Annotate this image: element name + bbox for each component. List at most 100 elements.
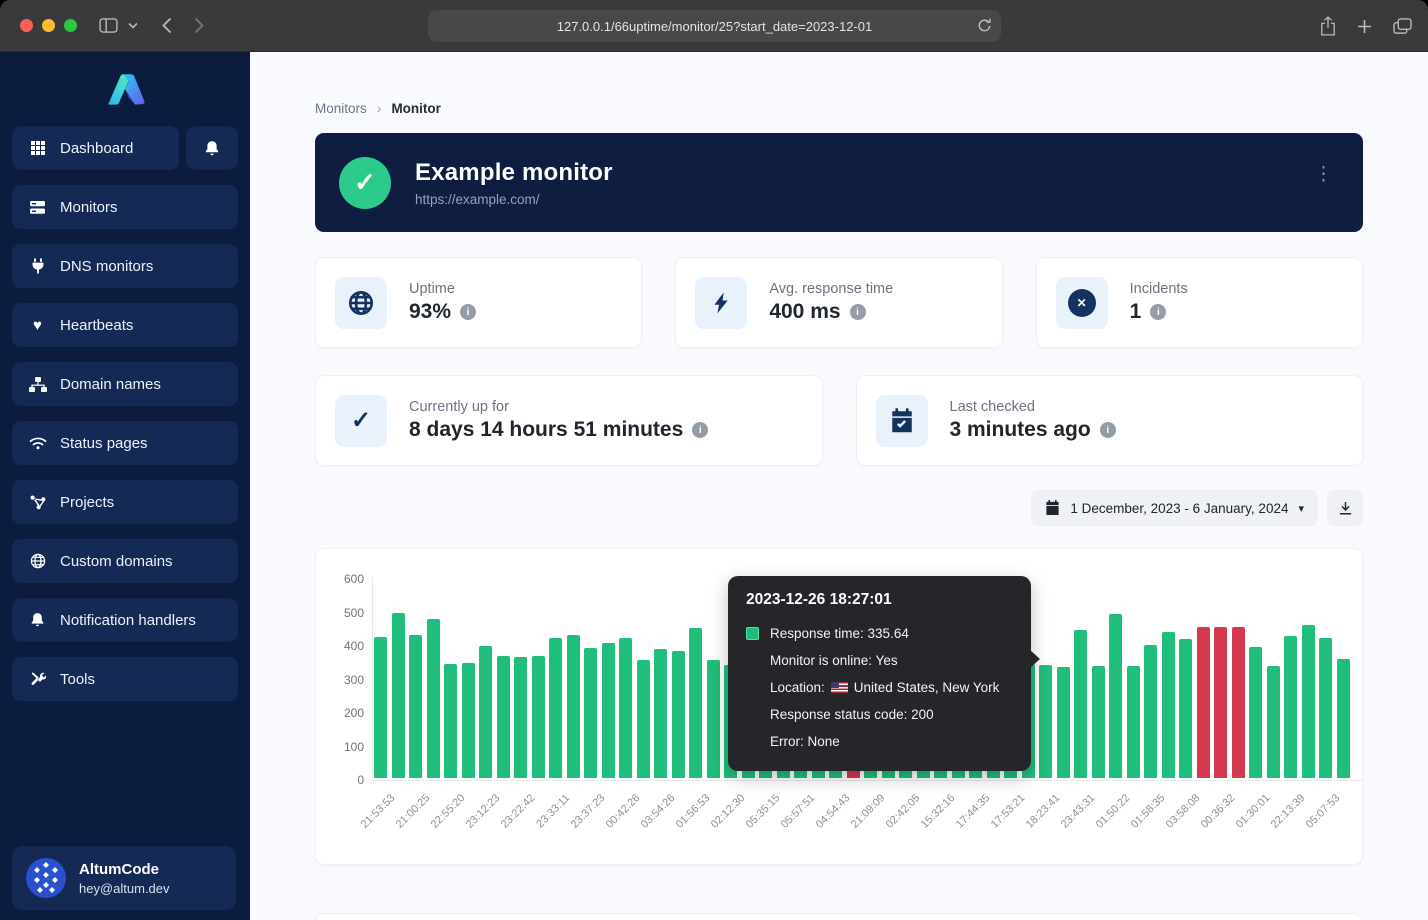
last-checked-card: Last checked 3 minutes ago i: [856, 375, 1364, 466]
chart-bar[interactable]: [479, 646, 492, 778]
chart-bar[interactable]: [427, 619, 440, 778]
chart-bar[interactable]: [672, 651, 685, 778]
sidebar-item-dashboard[interactable]: Dashboard: [12, 126, 179, 170]
avatar: [26, 858, 66, 898]
info-icon[interactable]: i: [1100, 422, 1116, 438]
monitor-status-up-icon: ✓: [339, 157, 391, 209]
chart-bar[interactable]: [374, 637, 387, 778]
info-icon[interactable]: i: [1150, 304, 1166, 320]
sidebar-item-label: Status pages: [60, 435, 148, 452]
sidebar-item-tools[interactable]: Tools: [12, 657, 238, 701]
sidebar-item-projects[interactable]: Projects: [12, 480, 238, 524]
app-logo[interactable]: [103, 68, 147, 110]
tooltip-title: 2023-12-26 18:27:01: [746, 591, 1013, 609]
sidebar-item-notification-handlers[interactable]: Notification handlers: [12, 598, 238, 642]
chart-bar[interactable]: [392, 613, 405, 778]
chart-bar[interactable]: [619, 638, 632, 778]
address-bar[interactable]: 127.0.0.1/66uptime/monitor/25?start_date…: [428, 10, 1001, 42]
chart-bar[interactable]: [584, 648, 597, 778]
zoom-button[interactable]: [64, 19, 77, 32]
info-icon[interactable]: i: [460, 304, 476, 320]
chart-bar[interactable]: [637, 660, 650, 778]
minimize-button[interactable]: [42, 19, 55, 32]
tabs-overview-icon[interactable]: [1393, 18, 1412, 35]
tooltip-error: Error: None: [770, 728, 1013, 755]
y-tick-label: 200: [324, 706, 364, 720]
chart-bar[interactable]: [689, 628, 702, 778]
chart-bar[interactable]: [1092, 666, 1105, 778]
new-tab-icon[interactable]: [1357, 19, 1372, 34]
chart-bar[interactable]: [1319, 638, 1332, 778]
chart-bar[interactable]: [532, 656, 545, 778]
chart-bar[interactable]: [1074, 630, 1087, 778]
chart-bar[interactable]: [1197, 627, 1210, 778]
sidebar-item-domain-names[interactable]: Domain names: [12, 362, 238, 406]
back-icon[interactable]: [162, 17, 172, 34]
info-icon[interactable]: i: [692, 422, 708, 438]
user-profile[interactable]: AltumCode hey@altum.dev: [12, 846, 236, 910]
stats-row-2: ✓ Currently up for 8 days 14 hours 51 mi…: [315, 375, 1363, 466]
chart-bar[interactable]: [514, 657, 527, 778]
close-button[interactable]: [20, 19, 33, 32]
incidents-card: ✕ Incidents 1 i: [1036, 257, 1363, 348]
chart-bar[interactable]: [1214, 627, 1227, 778]
stat-value: 400 ms: [769, 300, 840, 324]
chart-bar[interactable]: [1249, 647, 1262, 778]
chart-bar[interactable]: [497, 656, 510, 778]
chart-bar[interactable]: [567, 635, 580, 778]
y-tick-label: 100: [324, 740, 364, 754]
plug-icon: [28, 258, 47, 274]
chart-bar[interactable]: [602, 643, 615, 778]
sidebar-item-label: Heartbeats: [60, 317, 133, 334]
sidebar-item-monitors[interactable]: Monitors: [12, 185, 238, 229]
sidebar-item-label: DNS monitors: [60, 258, 153, 275]
stat-label: Currently up for: [409, 399, 708, 415]
date-range-picker[interactable]: 1 December, 2023 - 6 January, 2024 ▾: [1031, 490, 1318, 526]
sidebar-toggle-icon[interactable]: [99, 18, 118, 33]
chart-x-axis: [372, 780, 1364, 781]
chart-bar[interactable]: [1127, 666, 1140, 778]
chart-bar[interactable]: [1057, 667, 1070, 778]
chart-bar[interactable]: [1284, 636, 1297, 778]
chart-bar[interactable]: [1162, 632, 1175, 778]
chart-bar[interactable]: [654, 649, 667, 778]
reload-icon[interactable]: [977, 17, 992, 34]
browser-window: 127.0.0.1/66uptime/monitor/25?start_date…: [0, 0, 1428, 920]
chart-bar[interactable]: [1144, 645, 1157, 778]
monitor-title: Example monitor: [415, 159, 613, 187]
sidebar-item-status-pages[interactable]: Status pages: [12, 421, 238, 465]
chart-bar[interactable]: [1267, 666, 1280, 778]
stat-label: Last checked: [950, 399, 1116, 415]
forward-icon[interactable]: [194, 17, 204, 34]
stat-value: 1: [1130, 300, 1142, 324]
sidebar-item-label: Monitors: [60, 199, 118, 216]
breadcrumb-monitors[interactable]: Monitors: [315, 101, 367, 116]
notifications-button[interactable]: [186, 126, 238, 170]
share-icon[interactable]: [1320, 16, 1336, 36]
chart-bar[interactable]: [409, 635, 422, 778]
download-button[interactable]: [1327, 490, 1363, 526]
user-email: hey@altum.dev: [79, 881, 170, 896]
chart-bar[interactable]: [1232, 627, 1245, 778]
kebab-menu-icon[interactable]: ⋮: [1314, 165, 1333, 184]
y-tick-label: 300: [324, 673, 364, 687]
chevron-down-icon[interactable]: [128, 22, 138, 29]
chart-bar[interactable]: [549, 638, 562, 778]
sidebar-item-label: Domain names: [60, 376, 161, 393]
sidebar-item-dns-monitors[interactable]: DNS monitors: [12, 244, 238, 288]
chart-bar[interactable]: [1337, 659, 1350, 778]
monitor-url[interactable]: https://example.com/: [415, 192, 613, 207]
server-icon: [28, 200, 47, 215]
chart-bar[interactable]: [1109, 614, 1122, 778]
sidebar-item-custom-domains[interactable]: Custom domains: [12, 539, 238, 583]
info-icon[interactable]: i: [850, 304, 866, 320]
chart-bar[interactable]: [1179, 639, 1192, 778]
chart-bar[interactable]: [707, 660, 720, 778]
chart-bar[interactable]: [1302, 625, 1315, 778]
tooltip-status-code: Response status code: 200: [770, 701, 1013, 728]
chart-bar[interactable]: [1039, 665, 1052, 778]
chart-bar[interactable]: [444, 664, 457, 778]
sidebar-item-heartbeats[interactable]: ♥ Heartbeats: [12, 303, 238, 347]
sidebar-item-label: Dashboard: [60, 140, 133, 157]
chart-bar[interactable]: [462, 663, 475, 778]
